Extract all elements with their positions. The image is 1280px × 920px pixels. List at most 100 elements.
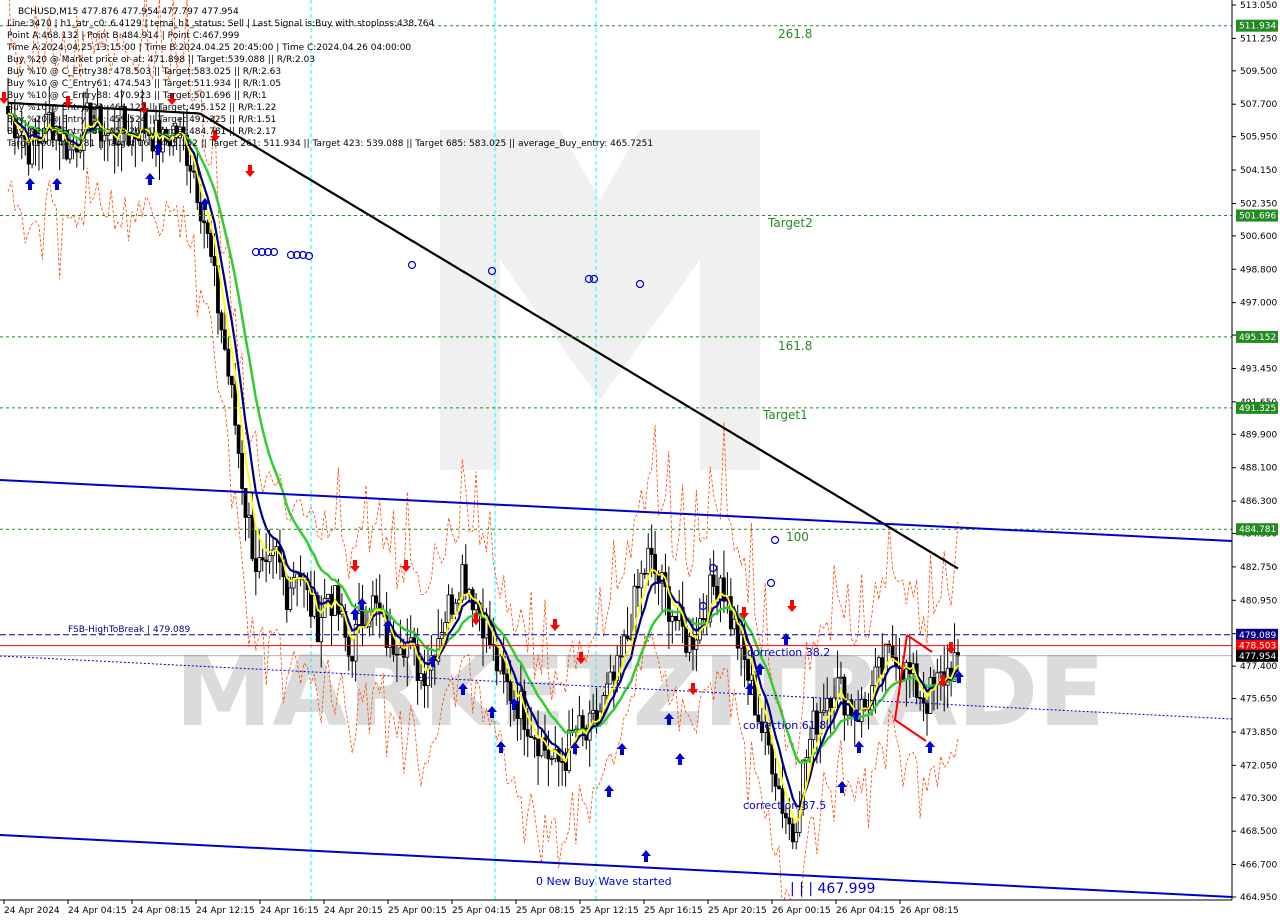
candle-body	[247, 514, 251, 518]
candle-body	[783, 813, 788, 819]
candle-body	[240, 453, 244, 489]
candle-body	[498, 655, 503, 672]
fsb-label: FSB-HighToBreak | 479.089	[68, 625, 190, 635]
y-tick-label: 489.900	[1240, 430, 1277, 440]
candle-body	[928, 677, 933, 714]
candle-body	[219, 312, 224, 331]
x-tick-label: 24 Apr 08:15	[132, 906, 191, 916]
y-tick-label: 472.050	[1240, 761, 1277, 771]
info-line: Target100: 484.781 || Target 161: 495.15…	[6, 139, 653, 149]
candle-body	[350, 655, 355, 662]
candle-body	[670, 616, 675, 622]
info-line: Point A:468.132 | Point B:484.914 | Poin…	[7, 31, 240, 41]
candle-body	[319, 617, 324, 643]
y-tick-label: 511.250	[1240, 34, 1277, 44]
candle-body	[549, 758, 554, 760]
candle-body	[639, 572, 644, 589]
candle-body	[288, 587, 293, 610]
candle-body	[236, 424, 241, 454]
candle-body	[925, 702, 929, 714]
candle-body	[839, 676, 843, 679]
x-tick-label: 24 Apr 04:15	[68, 906, 127, 916]
candle-body	[684, 625, 688, 653]
x-tick-label: 25 Apr 00:15	[388, 906, 447, 916]
candle-body	[938, 671, 943, 674]
candle-body	[222, 329, 227, 350]
candle-body	[608, 671, 613, 685]
fib-161-label: 161.8	[778, 339, 812, 353]
candle-body	[267, 554, 272, 563]
point-c-label: | | | 467.999	[790, 881, 875, 897]
candle-body	[260, 557, 265, 561]
candle-body	[198, 202, 203, 222]
x-tick-label: 24 Apr 20:15	[324, 906, 383, 916]
candle-body	[580, 715, 585, 729]
candle-body	[808, 738, 812, 758]
y-tick-label: 488.100	[1240, 464, 1277, 474]
candle-body	[777, 785, 781, 789]
candle-body	[876, 657, 881, 668]
candle-body	[904, 662, 909, 680]
candle-body	[346, 636, 351, 657]
candle-body	[515, 701, 520, 720]
y-tick-label: 497.000	[1240, 299, 1277, 309]
candle-body	[787, 817, 792, 825]
correction-61-label: correction 61.8	[743, 719, 826, 732]
price-tag-label: 501.696	[1239, 212, 1276, 222]
x-tick-label: 25 Apr 08:15	[516, 906, 575, 916]
candle-body	[209, 233, 213, 257]
correction-87-label: correction 87.5	[743, 799, 826, 812]
candle-body	[439, 632, 444, 640]
info-line: Time A:2024.04.25 13:15:00 | Time B:2024…	[6, 43, 411, 53]
candle-body	[450, 594, 454, 615]
y-tick-label: 498.800	[1240, 265, 1277, 275]
y-tick-label: 470.300	[1240, 794, 1277, 804]
candle-body	[691, 636, 695, 650]
price-tag-label: 477.954	[1239, 652, 1276, 662]
price-tag-label: 491.325	[1239, 404, 1276, 414]
price-tag-label: 495.152	[1239, 333, 1276, 343]
y-tick-label: 509.500	[1240, 67, 1277, 77]
y-tick-label: 505.950	[1240, 133, 1277, 143]
candle-body	[446, 594, 451, 623]
candle-body	[687, 636, 692, 653]
y-tick-label: 473.850	[1240, 728, 1277, 738]
x-tick-label: 24 Apr 2024	[4, 906, 60, 916]
candle-body	[642, 572, 647, 575]
candle-body	[539, 737, 544, 757]
candle-body	[956, 652, 960, 657]
y-tick-label: 482.750	[1240, 563, 1277, 573]
y-tick-label: 466.700	[1240, 861, 1277, 871]
candle-body	[577, 715, 582, 730]
x-tick-label: 25 Apr 16:15	[644, 906, 703, 916]
candle-body	[794, 832, 799, 843]
candle-body	[749, 674, 754, 681]
watermark-text: MARKETZITRADE	[175, 636, 1105, 748]
price-tag-label: 479.089	[1239, 631, 1276, 641]
y-tick-label: 475.650	[1240, 695, 1277, 705]
candle-body	[770, 744, 775, 775]
candle-body	[790, 823, 795, 843]
y-tick-label: 486.300	[1240, 497, 1277, 507]
x-tick-label: 25 Apr 04:15	[452, 906, 511, 916]
candle-body	[525, 729, 530, 737]
x-tick-label: 25 Apr 20:15	[708, 906, 767, 916]
y-tick-label: 480.950	[1240, 596, 1277, 606]
candle-body	[921, 697, 926, 704]
candle-body	[374, 595, 379, 604]
info-line: Buy %10 @ Entry -23: 464.122 || Target:4…	[7, 103, 276, 113]
price-chart[interactable]: MARKETZITRADE 261.8 Target2 161.8 Target…	[0, 0, 1280, 920]
candle-body	[68, 149, 72, 160]
candle-body	[563, 761, 568, 772]
candle-body	[825, 698, 830, 712]
symbol-line: BCHUSD,M15 477.876 477.954 477.797 477.9…	[18, 7, 239, 17]
info-line: Buy %10 @ C_Entry38: 478.503 || Target:5…	[7, 67, 281, 77]
candle-body	[295, 573, 300, 578]
candle-body	[711, 574, 716, 587]
candle-body	[398, 647, 403, 656]
new-buy-wave-label: 0 New Buy Wave started	[536, 875, 672, 888]
candle-body	[536, 738, 540, 757]
candle-body	[722, 577, 726, 602]
candle-body	[336, 585, 341, 615]
y-tick-label: 464.950	[1240, 893, 1277, 903]
